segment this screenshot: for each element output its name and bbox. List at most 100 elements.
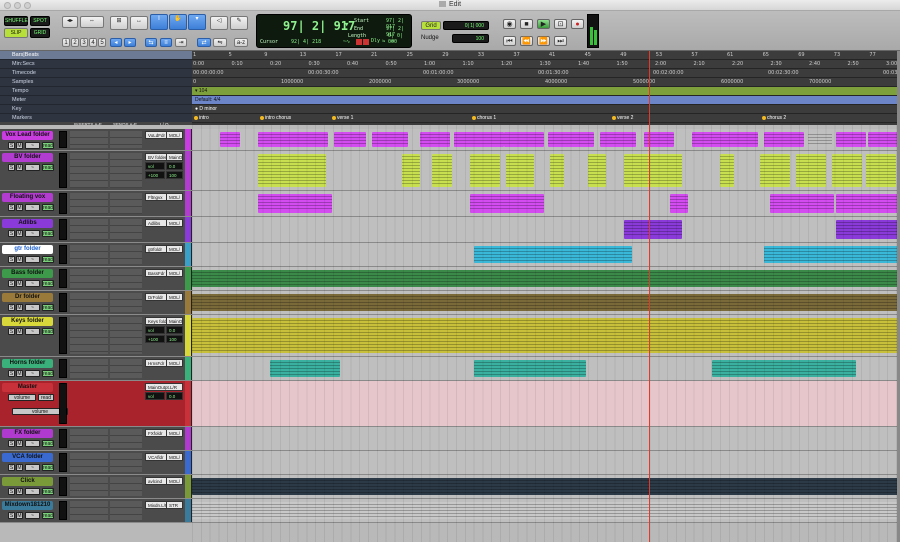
audio-clip[interactable] [474,246,632,263]
audio-clip[interactable] [504,132,544,147]
mute-button[interactable]: M [16,142,23,149]
waveform-view-icon[interactable]: ~ [25,164,40,171]
zoom-preset-5[interactable]: 5 [98,38,106,47]
go-to-end-icon[interactable]: ⏭ [554,36,567,46]
trim-tool-icon[interactable]: ↔ [130,16,148,30]
tempo-ruler[interactable]: ▾ 104 [192,87,900,96]
track-lane[interactable] [192,243,900,266]
solo-button[interactable]: S [8,440,15,447]
pre-roll-icon[interactable] [356,39,362,45]
pan-left[interactable]: +100 [145,335,165,343]
meter-ruler[interactable]: Default: 4/4 [192,96,900,105]
insert-slots[interactable] [70,317,108,354]
markers-ruler[interactable]: intro intro chorus verse 1 chorus 1 verse 2 c… [192,114,900,123]
waveform-view-icon[interactable]: ~ [25,204,40,211]
send-slots[interactable] [110,153,142,188]
waveform-view-icon[interactable]: ~ [25,370,40,377]
audio-clip[interactable] [470,194,544,213]
ruler-label-samples[interactable]: Samples [0,78,192,87]
solo-button[interactable]: S [8,280,15,287]
pencil-tool-icon[interactable]: ✎ [230,16,248,30]
track-output[interactable]: MainOutpt.L/R [166,153,183,161]
track-color-bar[interactable] [185,217,191,242]
online-icon[interactable]: ◉ [503,19,516,29]
grid-value[interactable]: 0| 1| 000 [443,21,489,30]
grid-mode-button[interactable]: GRID [30,28,50,38]
audio-clip[interactable] [624,154,682,187]
audio-clip[interactable] [624,220,682,239]
audio-clip[interactable] [192,294,900,311]
track-input[interactable]: MainOutpt.L/R [145,383,183,391]
key-ruler[interactable]: ● D minor [192,105,900,114]
send-slots[interactable] [110,193,142,214]
track-color-bar[interactable] [185,291,191,314]
mute-button[interactable]: M [16,304,23,311]
link-icon[interactable]: ⇋ [382,38,385,44]
record-loop-icon[interactable]: ⊡ [554,19,567,29]
link-timeline-icon[interactable]: ⇆ [145,38,157,47]
audio-clip[interactable] [192,478,900,495]
audio-clip[interactable] [372,132,408,147]
spot-mode-button[interactable]: SPOT [30,16,50,26]
read-button[interactable]: read [42,204,54,211]
audio-clip[interactable] [334,132,366,147]
audio-clip[interactable] [454,132,504,147]
track-color-bar[interactable] [185,451,191,474]
read-button[interactable]: read [42,512,54,519]
send-slots[interactable] [110,131,142,148]
insert-slots[interactable] [70,501,108,520]
ruler-label-minsecs[interactable]: Min:Secs [0,60,192,69]
track-output[interactable]: MOL/ [166,429,183,437]
audio-clip[interactable] [832,154,862,187]
mute-button[interactable]: M [16,440,23,447]
audio-clip[interactable] [270,360,340,377]
track-name[interactable]: gtr folder [2,245,53,254]
nav-left-icon[interactable]: ◂ [110,38,122,47]
record-icon[interactable]: ● [571,19,584,29]
nudge-value[interactable]: 100 [452,34,489,43]
track-color-bar[interactable] [185,129,191,150]
track-lane[interactable] [192,499,900,522]
audio-clip[interactable] [192,318,900,353]
read-button[interactable]: read [42,328,54,335]
minsecs-ruler[interactable]: 0:00 0:10 0:20 0:30 0:40 0:50 1:00 1:10 1:20 1:30… [192,60,900,69]
audio-clip[interactable] [796,154,826,187]
waveform-view-icon[interactable]: ~ [25,304,40,311]
track-color-bar[interactable] [185,315,191,356]
track-name[interactable]: FX folder [2,429,53,438]
marker-5[interactable]: chorus 2 [762,115,786,121]
audio-clip[interactable] [866,154,896,187]
waveform-view-icon[interactable]: ~ [25,464,40,471]
post-roll-icon[interactable] [363,39,369,45]
track-color-bar[interactable] [185,499,191,522]
audio-clip[interactable] [692,132,758,147]
track-output[interactable]: MOL/ [166,293,183,301]
track-lane[interactable] [192,191,900,216]
track-lane[interactable] [192,129,900,150]
audio-clip[interactable] [808,132,832,147]
solo-button[interactable]: S [8,230,15,237]
grid-label[interactable]: Grid [421,21,441,30]
audio-clip[interactable] [402,154,420,187]
track-lane[interactable] [192,381,900,426]
zoom-preset-3[interactable]: 3 [80,38,88,47]
mirror-midi-icon[interactable]: ⇋ [213,38,227,47]
mute-button[interactable]: M [16,370,23,377]
audio-clip[interactable] [836,132,866,147]
bars-ruler[interactable]: 1 5 9 13 17 21 25 29 33 37 41 45 49 53 57 61 65 69 73 77 [192,51,900,60]
keyboard-focus-icon[interactable]: a-z [234,38,248,47]
slip-mode-button[interactable]: SLIP [4,28,28,38]
counter-dropdown-icon[interactable]: ▾ [344,20,349,30]
audio-clip[interactable] [258,194,332,213]
mute-button[interactable]: M [16,164,23,171]
send-slots[interactable] [110,501,142,520]
zoomer-tool-icon[interactable]: ⊞ [110,16,128,30]
track-color-bar[interactable] [185,191,191,216]
zoom-preset-4[interactable]: 4 [89,38,97,47]
track-output[interactable]: MOL/ [166,453,183,461]
insert-slots[interactable] [70,219,108,240]
insert-slots[interactable] [70,131,108,148]
pan-left[interactable]: +100 [145,171,165,179]
mute-button[interactable]: M [16,488,23,495]
track-color-bar[interactable] [185,427,191,450]
